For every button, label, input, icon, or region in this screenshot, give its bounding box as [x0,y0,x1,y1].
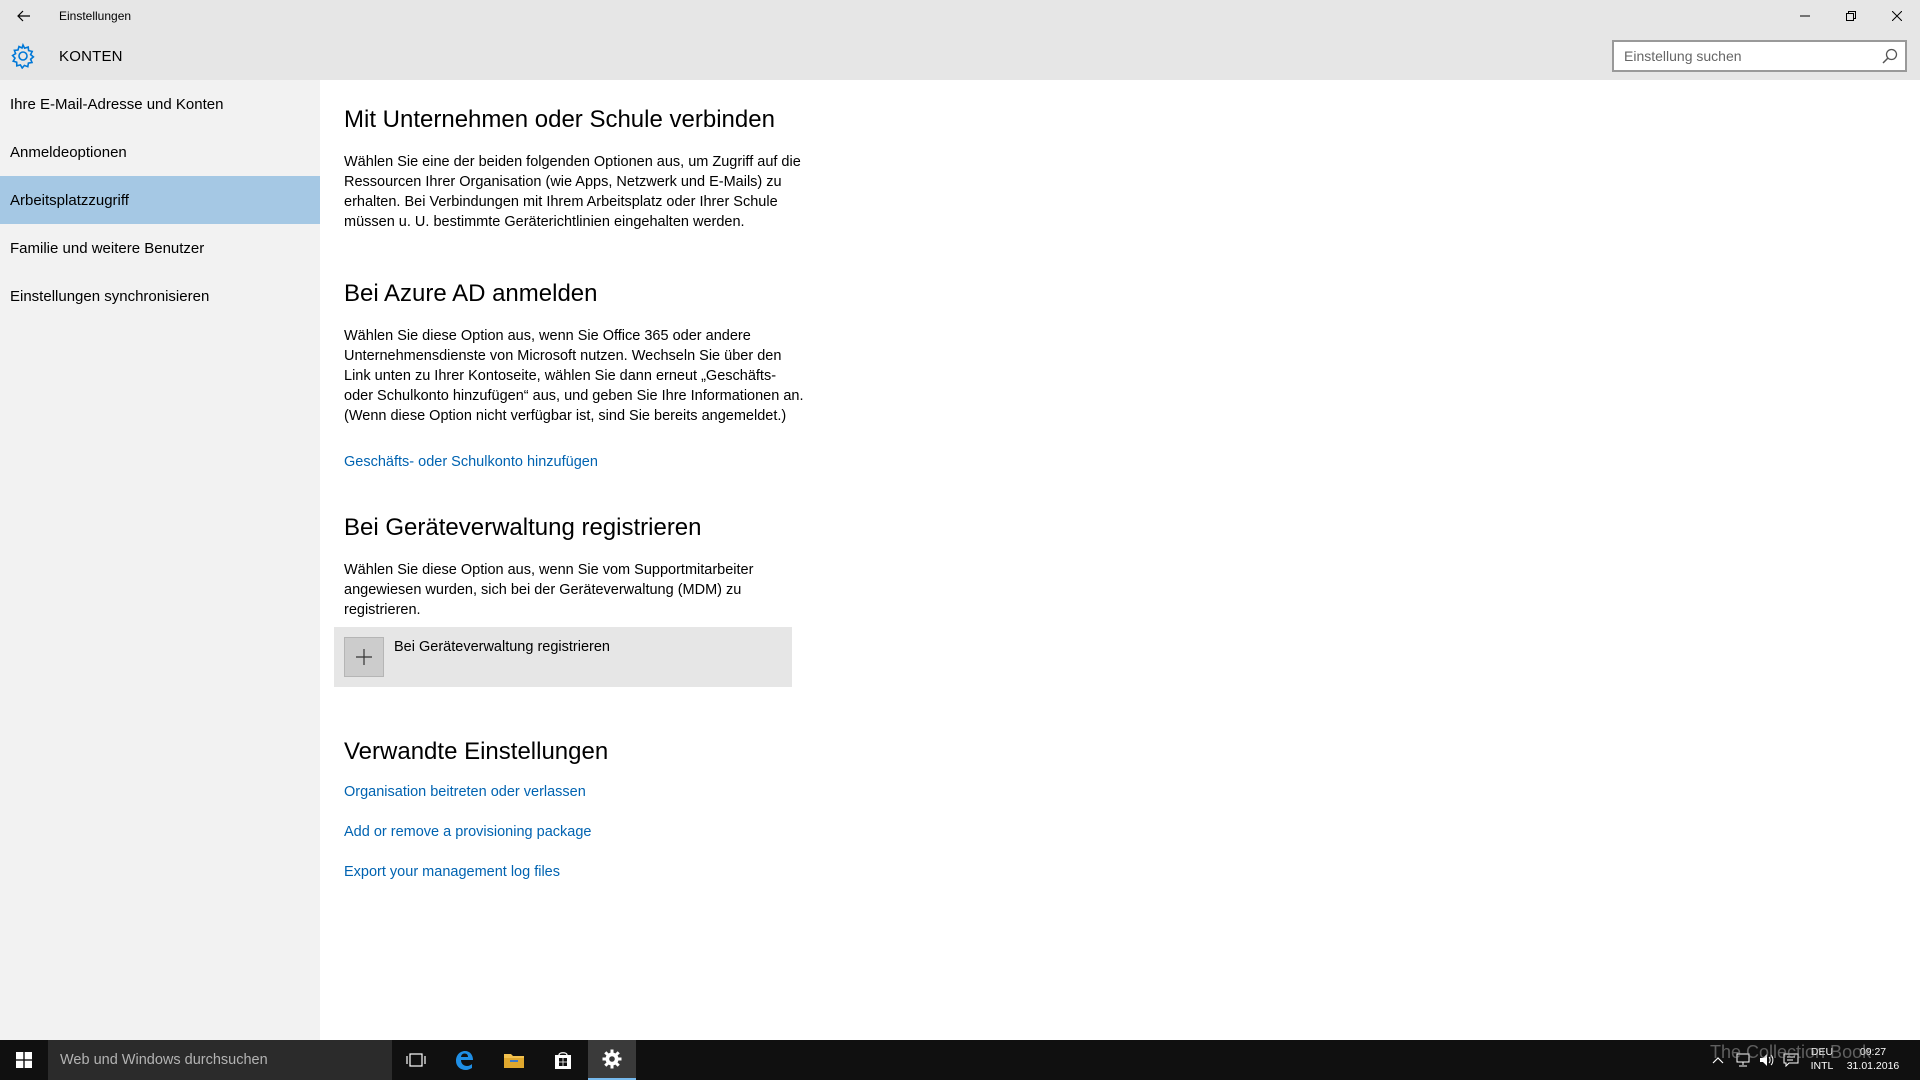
heading-connect-work-school: Mit Unternehmen oder Schule verbinden [344,106,775,133]
settings-app-button[interactable] [588,1040,636,1080]
watermark-text: The Collection Book [1710,1042,1872,1062]
store-button[interactable] [539,1040,587,1080]
close-icon [1892,11,1902,21]
sidebar-item-sign-in-options[interactable]: Anmeldeoptionen [0,128,320,176]
heading-azure-ad: Bei Azure AD anmelden [344,280,598,307]
link-export-management-logs[interactable]: Export your management log files [344,864,560,880]
restore-button[interactable] [1828,0,1874,32]
page-header: KONTEN Einstellung suchen [0,32,1920,80]
settings-gear-icon [602,1049,622,1069]
sidebar-item-family-users[interactable]: Familie und weitere Benutzer [0,224,320,272]
link-join-leave-organization[interactable]: Organisation beitreten oder verlassen [344,784,586,800]
edge-icon [456,1051,473,1070]
task-view-icon [406,1053,426,1067]
search-placeholder: Einstellung suchen [1624,48,1742,64]
link-add-work-account[interactable]: Geschäfts- oder Schulkonto hinzufügen [344,454,598,470]
taskbar-search-placeholder: Web und Windows durchsuchen [60,1052,268,1068]
sidebar-nav: Ihre E-Mail-Adresse und Konten Anmeldeop… [0,80,320,1040]
sidebar-item-email-accounts[interactable]: Ihre E-Mail-Adresse und Konten [0,80,320,128]
link-provisioning-package[interactable]: Add or remove a provisioning package [344,824,591,840]
section-title: KONTEN [59,48,123,65]
search-icon[interactable] [1881,47,1899,65]
settings-search-input[interactable]: Einstellung suchen [1612,40,1907,72]
task-view-button[interactable] [392,1040,440,1080]
gear-icon [11,43,35,69]
folder-icon [504,1054,524,1068]
store-icon [555,1052,571,1069]
taskbar-search-box[interactable]: Web und Windows durchsuchen [48,1040,392,1080]
sidebar-item-work-access[interactable]: Arbeitsplatzzugriff [0,176,320,224]
window-title: Einstellungen [59,9,132,23]
title-bar: Einstellungen [0,0,1920,32]
minimize-icon [1800,15,1810,17]
back-button[interactable] [8,0,40,32]
text-connect-work-school: Wählen Sie eine der beiden folgenden Opt… [344,154,801,230]
enroll-device-management-button[interactable]: Bei Geräteverwaltung registrieren [334,627,792,687]
edge-button[interactable] [440,1040,488,1080]
heading-device-management: Bei Geräteverwaltung registrieren [344,514,702,541]
taskbar: Web und Windows durchsuchen DEU INTL 09:… [0,1040,1920,1080]
text-azure-ad: Wählen Sie diese Option aus, wenn Sie Of… [344,328,804,424]
restore-icon [1846,11,1856,21]
start-button[interactable] [0,1040,48,1080]
minimize-button[interactable] [1782,0,1828,32]
sidebar-item-sync-settings[interactable]: Einstellungen synchronisieren [0,272,320,320]
file-explorer-button[interactable] [490,1040,538,1080]
enroll-button-label: Bei Geräteverwaltung registrieren [394,639,610,655]
plus-icon [356,649,372,665]
windows-logo-icon [16,1052,32,1068]
back-arrow-icon [17,10,30,22]
plus-icon-box [344,637,384,677]
heading-related-settings: Verwandte Einstellungen [344,738,609,765]
text-device-management: Wählen Sie diese Option aus, wenn Sie vo… [344,562,754,618]
close-button[interactable] [1874,0,1920,32]
